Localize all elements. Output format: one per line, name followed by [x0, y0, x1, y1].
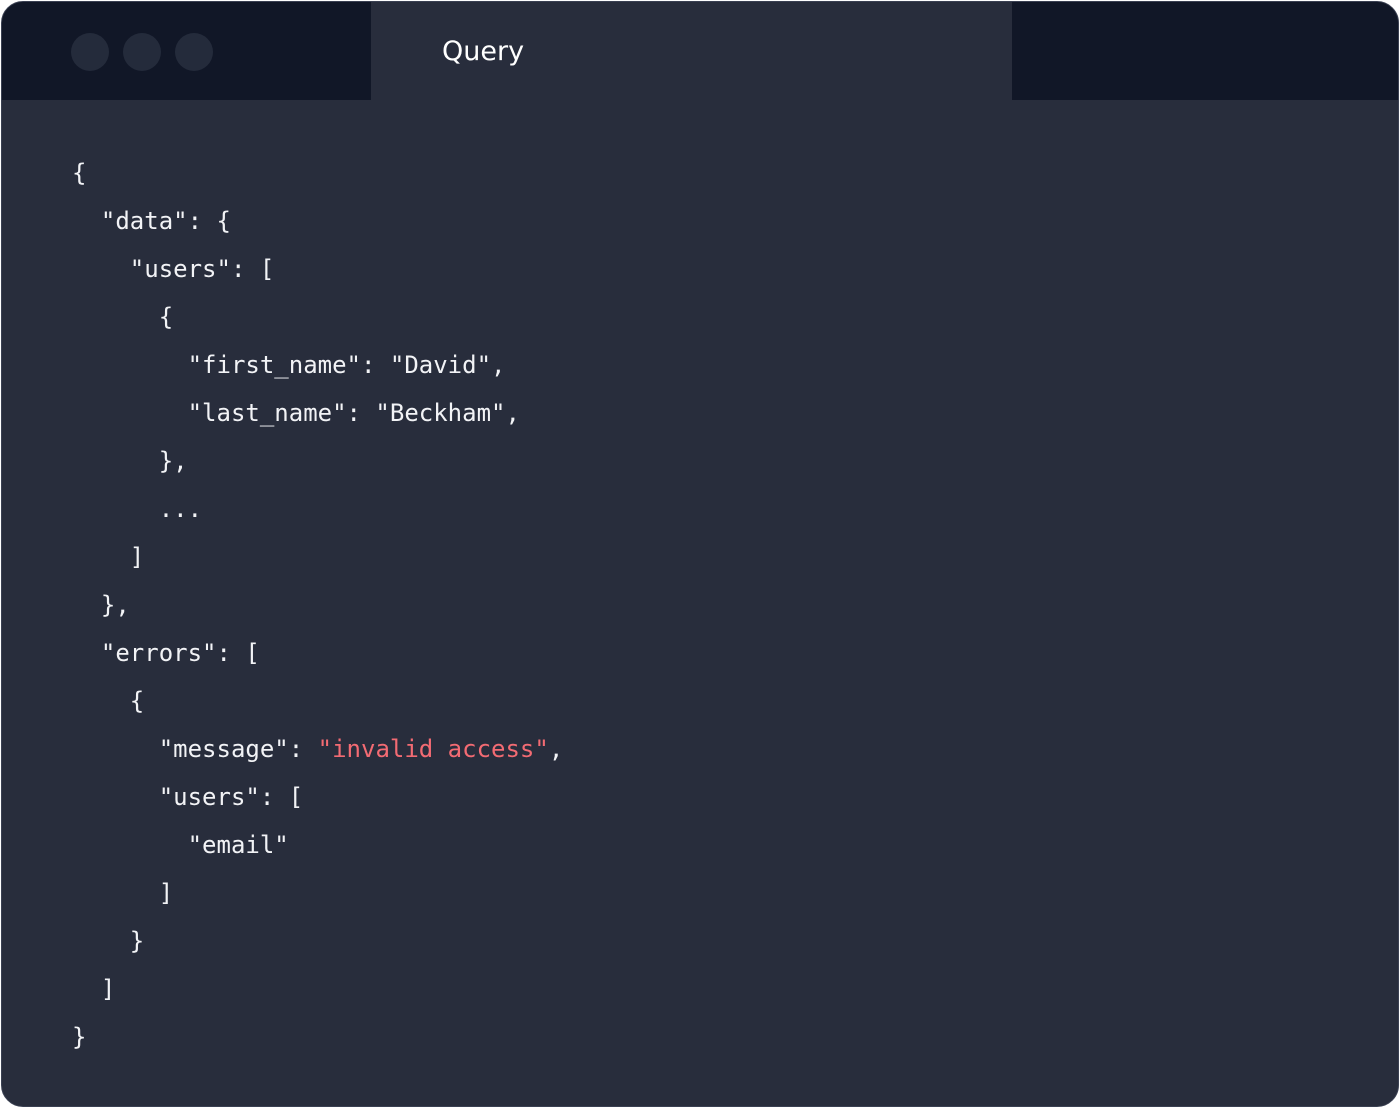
code-line: { [72, 677, 563, 725]
code-line: { [72, 293, 563, 341]
code-token: } [72, 1023, 87, 1051]
code-token: { [72, 303, 174, 331]
code-token: { [72, 159, 87, 187]
code-token: "users": [ [72, 255, 275, 283]
title-bar: Query [2, 2, 1398, 100]
code-token: ] [72, 879, 174, 907]
code-token: "message": [72, 735, 318, 763]
code-line: }, [72, 581, 563, 629]
code-token: "first_name": "David", [72, 351, 506, 379]
close-window-button[interactable] [71, 33, 109, 71]
tab-title: Query [442, 36, 525, 67]
code-token: ] [72, 975, 116, 1003]
code-token: } [72, 927, 145, 955]
code-line: "last_name": "Beckham", [72, 389, 563, 437]
window-controls [71, 33, 213, 71]
code-line: "email" [72, 821, 563, 869]
code-line: } [72, 917, 563, 965]
code-line: "users": [ [72, 773, 563, 821]
query-window: Query { "data": { "users": [ { "first_na… [1, 1, 1399, 1107]
code-token: }, [72, 447, 188, 475]
code-line: { [72, 149, 563, 197]
tab-query[interactable]: Query [371, 2, 1012, 100]
code-token: ... [72, 495, 203, 523]
code-line: ] [72, 869, 563, 917]
code-line: "data": { [72, 197, 563, 245]
error-message-string: "invalid access" [317, 735, 549, 763]
json-response-code: { "data": { "users": [ { "first_name": "… [72, 149, 563, 1061]
code-token: "last_name": "Beckham", [72, 399, 520, 427]
code-line: "errors": [ [72, 629, 563, 677]
code-token: "errors": [ [72, 639, 260, 667]
code-line: "message": "invalid access", [72, 725, 564, 773]
minimize-window-button[interactable] [123, 33, 161, 71]
code-line: ] [72, 533, 563, 581]
code-line: "first_name": "David", [72, 341, 563, 389]
code-token: "data": { [72, 207, 231, 235]
code-line: } [72, 1013, 563, 1061]
code-token: , [548, 735, 564, 763]
code-line: ] [72, 965, 563, 1013]
code-token: { [72, 687, 145, 715]
code-line: ... [72, 485, 563, 533]
maximize-window-button[interactable] [175, 33, 213, 71]
code-token: "email" [72, 831, 289, 859]
code-token: "users": [ [72, 783, 304, 811]
code-token: }, [72, 591, 130, 619]
code-line: "users": [ [72, 245, 563, 293]
code-token: ] [72, 543, 145, 571]
code-line: }, [72, 437, 563, 485]
